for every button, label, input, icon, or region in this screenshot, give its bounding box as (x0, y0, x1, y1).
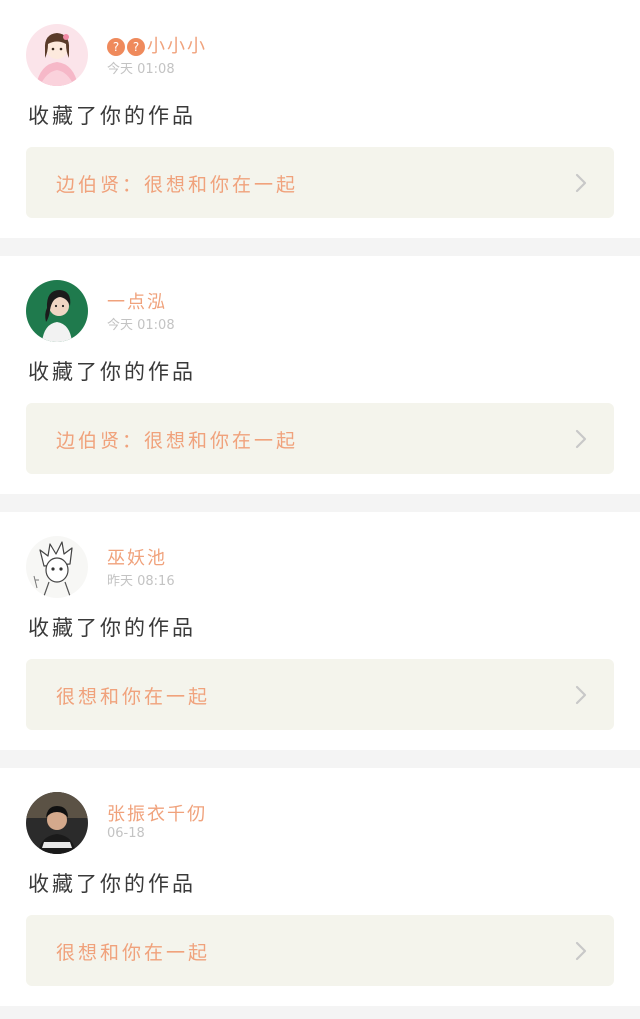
notification-card: 张振衣千仞 06-18 收藏了你的作品 很想和你在一起 (0, 768, 640, 1006)
girl-pink-dress-avatar-icon (26, 24, 88, 86)
work-link-box[interactable]: 很想和你在一起 (26, 915, 614, 986)
work-link-box[interactable]: 边伯贤：很想和你在一起 (26, 403, 614, 474)
work-title: 很想和你在一起 (56, 686, 211, 708)
username[interactable]: 一点泓 (107, 288, 167, 314)
notification-feed: ?? 小小小 今天 01:08 收藏了你的作品 边伯贤：很想和你在一起 一点泓 今… (0, 0, 640, 1006)
chevron-right-icon (574, 173, 588, 193)
username[interactable]: 巫妖池 (107, 544, 167, 570)
avatar[interactable] (26, 792, 88, 854)
work-title: 很想和你在一起 (56, 942, 211, 964)
action-text: 收藏了你的作品 (28, 616, 196, 640)
work-link-box[interactable]: 边伯贤：很想和你在一起 (26, 147, 614, 218)
timestamp: 今天 01:08 (107, 318, 175, 333)
anime-sketch-avatar-icon (26, 536, 88, 598)
timestamp: 昨天 08:16 (107, 574, 175, 589)
work-title: 边伯贤：很想和你在一起 (56, 430, 299, 452)
avatar[interactable] (26, 24, 88, 86)
notification-card: 巫妖池 昨天 08:16 收藏了你的作品 很想和你在一起 (0, 512, 640, 750)
timestamp: 06-18 (107, 826, 145, 841)
notification-card: 一点泓 今天 01:08 收藏了你的作品 边伯贤：很想和你在一起 (0, 256, 640, 494)
work-link-box[interactable]: 很想和你在一起 (26, 659, 614, 730)
chevron-right-icon (574, 941, 588, 961)
avatar[interactable] (26, 536, 88, 598)
avatar[interactable] (26, 280, 88, 342)
username-text: 小小小 (147, 36, 207, 57)
username[interactable]: ?? 小小小 (107, 32, 207, 58)
action-text: 收藏了你的作品 (28, 104, 196, 128)
emoji-placeholder-icon: ? (107, 38, 125, 56)
woman-green-background-avatar-icon (26, 280, 88, 342)
username[interactable]: 张振衣千仞 (107, 800, 207, 826)
chevron-right-icon (574, 429, 588, 449)
action-text: 收藏了你的作品 (28, 872, 196, 896)
work-title: 边伯贤：很想和你在一起 (56, 174, 299, 196)
emoji-placeholder-icon: ? (127, 38, 145, 56)
notification-card: ?? 小小小 今天 01:08 收藏了你的作品 边伯贤：很想和你在一起 (0, 0, 640, 238)
chevron-right-icon (574, 685, 588, 705)
action-text: 收藏了你的作品 (28, 360, 196, 384)
timestamp: 今天 01:08 (107, 62, 175, 77)
man-dark-photo-avatar-icon (26, 792, 88, 854)
